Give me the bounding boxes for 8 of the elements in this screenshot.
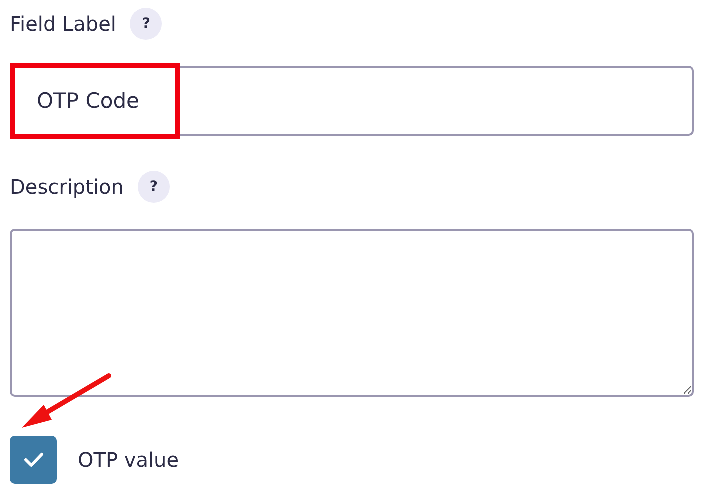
field-label: Field Label	[10, 12, 116, 36]
checkbox-label: OTP value	[78, 448, 180, 472]
textarea-field[interactable]	[10, 229, 694, 397]
field-label: Description	[10, 175, 124, 199]
check-icon	[24, 452, 44, 468]
checkbox[interactable]	[10, 436, 57, 484]
help-button[interactable]: ?	[130, 8, 162, 40]
help-button[interactable]: ?	[138, 171, 170, 203]
